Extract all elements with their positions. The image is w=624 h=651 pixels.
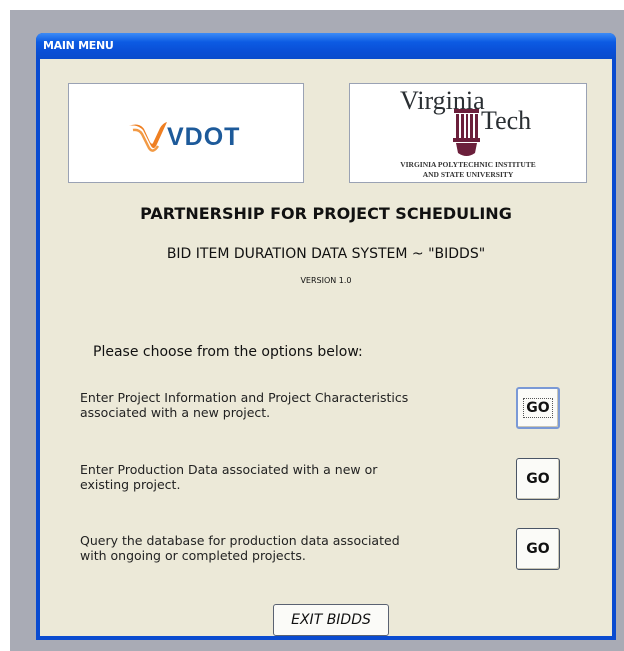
vt-logo-word-tech: Tech bbox=[481, 106, 532, 135]
option-description-query-database: Query the database for production data a… bbox=[80, 533, 480, 563]
version-label: VERSION 1.0 bbox=[300, 276, 352, 285]
vdot-logo-panel: VDOT bbox=[68, 83, 304, 183]
go-button-project-info[interactable]: GO bbox=[516, 387, 560, 429]
title-bar[interactable]: MAIN MENU bbox=[36, 33, 616, 59]
option-description-line: associated with a new project. bbox=[80, 405, 271, 420]
vt-logo-caption-line1: VIRGINIA POLYTECHNIC INSTITUTE bbox=[400, 160, 536, 169]
window-title: MAIN MENU bbox=[43, 39, 114, 52]
virginia-tech-logo-panel: Virginia Tech VIRGINIA POLYTECHNIC INSTI… bbox=[349, 83, 587, 183]
vdot-logo: VDOT bbox=[129, 122, 240, 152]
option-description-line: Enter Project Information and Project Ch… bbox=[80, 390, 409, 405]
option-description-production-data: Enter Production Data associated with a … bbox=[80, 462, 480, 492]
system-subtitle: BID ITEM DURATION DATA SYSTEM ~ "BIDDS" bbox=[166, 246, 486, 262]
main-menu-window: MAIN MENU VDOT Virginia Tech VIRGINIA PO… bbox=[36, 33, 616, 640]
page-title: PARTNERSHIP FOR PROJECT SCHEDULING bbox=[140, 204, 512, 223]
go-button-label: GO bbox=[523, 398, 553, 418]
vt-logo-caption-line2: AND STATE UNIVERSITY bbox=[422, 170, 514, 179]
vdot-logo-text: VDOT bbox=[167, 123, 240, 151]
go-button-query-database[interactable]: GO bbox=[516, 528, 560, 570]
exit-button[interactable]: EXIT BIDDS bbox=[273, 604, 389, 636]
option-description-project-info: Enter Project Information and Project Ch… bbox=[80, 390, 480, 420]
option-description-line: with ongoing or completed projects. bbox=[80, 548, 306, 563]
window-client-area: VDOT Virginia Tech VIRGINIA POLYTECHNIC … bbox=[40, 59, 612, 636]
option-description-line: Query the database for production data a… bbox=[80, 533, 400, 548]
options-prompt: Please choose from the options below: bbox=[93, 344, 363, 360]
option-description-line: Enter Production Data associated with a … bbox=[80, 462, 378, 477]
option-description-line: existing project. bbox=[80, 477, 181, 492]
vt-hokie-stone-icon bbox=[453, 109, 480, 156]
go-button-production-data[interactable]: GO bbox=[516, 458, 560, 500]
